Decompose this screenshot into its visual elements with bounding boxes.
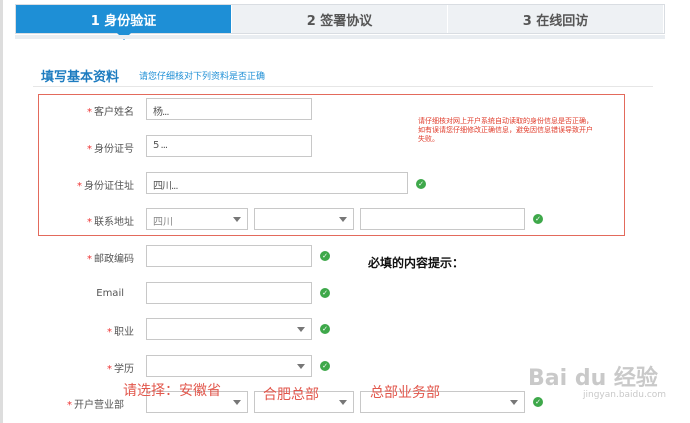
education-label: * 学历 [107, 364, 134, 375]
valid-check-icon: ✓ [533, 214, 543, 224]
steps-divider [15, 35, 665, 39]
step-online-callback: 3 在线回访 [448, 5, 664, 33]
postal-code-label: * 邮政编码 [87, 254, 134, 265]
chevron-down-icon [233, 217, 241, 222]
contact-province-select[interactable]: 四川 [146, 208, 248, 230]
chevron-down-icon [233, 400, 241, 405]
section-hint: 请您仔细核对下列资料是否正确 [139, 72, 266, 82]
email-label: Email [96, 288, 124, 299]
contact-city-select[interactable] [254, 208, 354, 230]
chevron-down-icon [339, 217, 347, 222]
chevron-down-icon [510, 400, 518, 405]
chevron-down-icon [297, 327, 305, 332]
annotation-branch: 总部业务部 [370, 385, 440, 401]
postal-code-field[interactable] [146, 245, 312, 267]
annotation-province: 请选择：安徽省 [123, 383, 221, 399]
baidu-watermark: Bai du 经验 [528, 366, 658, 391]
page-frame: 1 身份验证 2 签署协议 3 在线回访 填写基本资料 请您仔细核对下列资料是否… [0, 0, 690, 423]
section-title: 填写基本资料 [41, 70, 120, 85]
id-address-label: * 身份证住址 [77, 181, 134, 192]
required-tip: 必填的内容提示： [368, 256, 465, 270]
step-progress: 1 身份验证 2 签署协议 3 在线回访 [15, 4, 665, 40]
name-label: * 客户姓名 [87, 107, 134, 118]
occupation-label: * 职业 [107, 327, 134, 338]
valid-check-icon: ✓ [320, 251, 330, 261]
contact-address-label: * 联系地址 [87, 217, 134, 228]
valid-check-icon: ✓ [533, 397, 543, 407]
annotation-city: 合肥总部 [263, 387, 319, 403]
education-select[interactable] [146, 355, 312, 377]
chevron-down-icon [339, 400, 347, 405]
id-number-label: * 身份证号 [87, 144, 134, 155]
branch-label: * 开户营业部 [67, 400, 124, 411]
chevron-down-icon [297, 364, 305, 369]
valid-check-icon: ✓ [320, 361, 330, 371]
email-field[interactable] [146, 282, 312, 304]
id-number-field[interactable]: 5 ... [146, 135, 312, 157]
valid-check-icon: ✓ [320, 324, 330, 334]
occupation-select[interactable] [146, 318, 312, 340]
contact-detail-field[interactable] [360, 208, 525, 230]
baidu-watermark-url: jingyan.baidu.com [583, 390, 667, 400]
step-sign-agreement: 2 签署协议 [232, 5, 448, 33]
name-field[interactable]: 杨... [146, 98, 312, 120]
notice-text: 请仔细核对网上开户系统自动读取的身份信息是否正确，如有误请您仔细修改正确信息，避… [418, 117, 593, 143]
valid-check-icon: ✓ [320, 288, 330, 298]
id-address-field[interactable]: 四川... [146, 172, 408, 194]
step-identity-verification: 1 身份验证 [16, 5, 232, 40]
valid-check-icon: ✓ [416, 179, 426, 189]
section-divider [33, 86, 653, 87]
